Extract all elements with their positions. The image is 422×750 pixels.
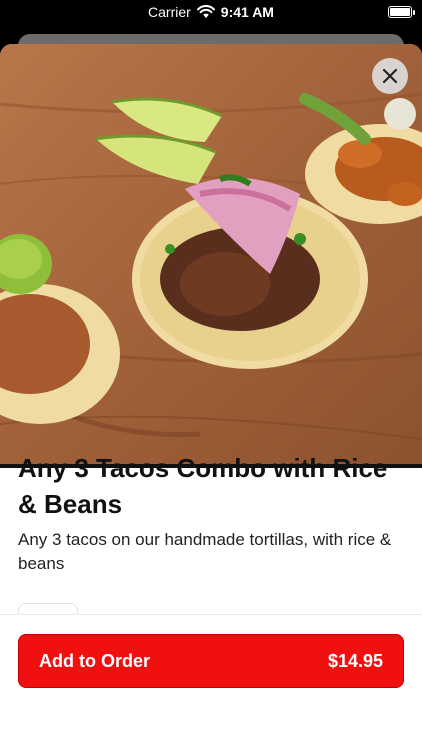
close-icon (382, 68, 398, 84)
add-to-order-label: Add to Order (39, 650, 150, 671)
time-label: 9:41 AM (220, 4, 274, 20)
item-description: Any 3 tacos on our handmade tortillas, w… (18, 530, 392, 573)
price-label: $14.95 (327, 650, 383, 671)
battery-icon (388, 6, 415, 18)
tacos-photo (0, 44, 422, 464)
carrier-label: Carrier (148, 4, 191, 20)
add-to-order-button[interactable]: Add to Order $14.95 (18, 634, 404, 688)
item-title: Any 3 Tacos Combo with Rice & Beans (18, 453, 388, 519)
item-detail-sheet: Any 3 Tacos Combo with Rice & Beans Any … (0, 44, 422, 750)
close-button[interactable] (372, 58, 408, 94)
wifi-icon (196, 5, 215, 18)
status-bar: Carrier 9:41 AM (0, 0, 422, 34)
